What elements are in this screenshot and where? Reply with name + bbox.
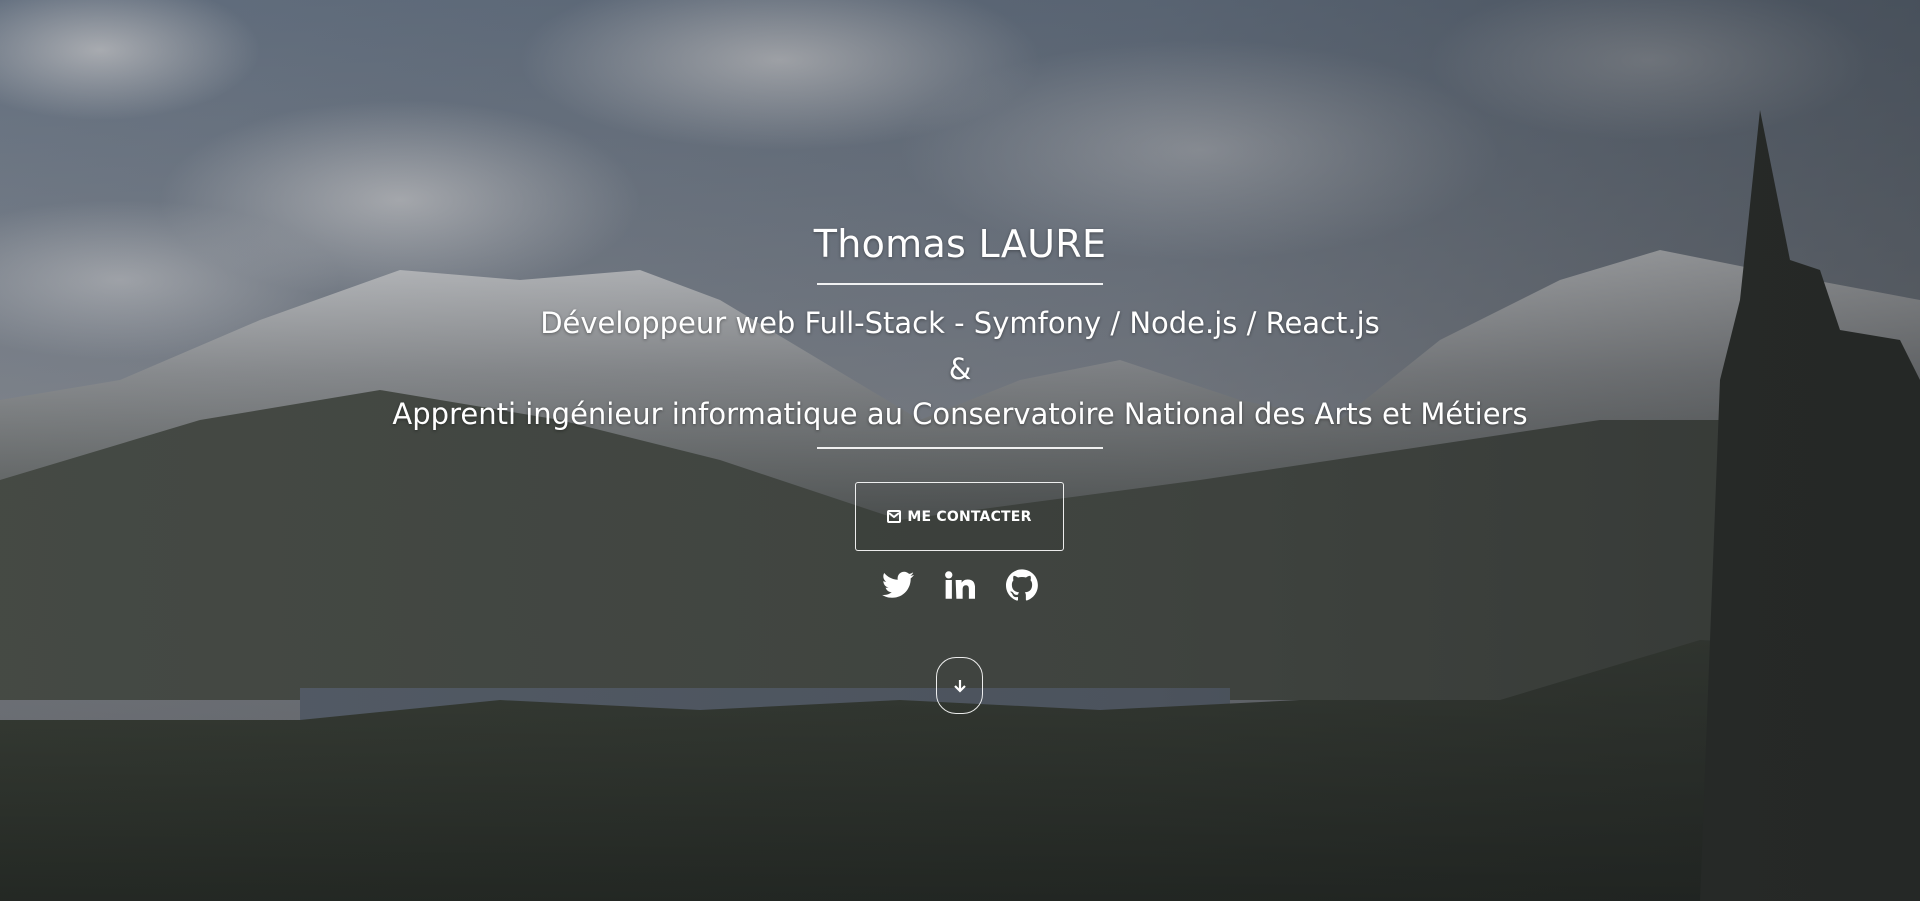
social-links bbox=[0, 569, 1920, 601]
arrow-down-icon bbox=[953, 679, 966, 693]
envelope-icon bbox=[887, 510, 902, 523]
github-icon bbox=[1006, 569, 1038, 601]
page-title: Thomas LAURE bbox=[813, 222, 1107, 266]
twitter-link[interactable] bbox=[882, 569, 914, 601]
contact-button[interactable]: ME CONTACTER bbox=[855, 482, 1064, 551]
dark-overlay bbox=[0, 0, 1920, 901]
subtitle-role: Développeur web Full-Stack - Symfony / N… bbox=[540, 306, 1380, 340]
title-divider bbox=[817, 283, 1103, 285]
subtitle-education: Apprenti ingénieur informatique au Conse… bbox=[392, 397, 1528, 431]
hero-section: Thomas LAURE Développeur web Full-Stack … bbox=[0, 0, 1920, 901]
linkedin-icon bbox=[945, 571, 975, 599]
twitter-icon bbox=[882, 571, 914, 598]
contact-button-label: ME CONTACTER bbox=[907, 508, 1032, 525]
subtitle-ampersand: & bbox=[948, 352, 972, 386]
scroll-down-button[interactable] bbox=[936, 657, 983, 714]
subtitle-divider bbox=[817, 447, 1103, 449]
linkedin-link[interactable] bbox=[944, 569, 976, 601]
github-link[interactable] bbox=[1006, 569, 1038, 601]
